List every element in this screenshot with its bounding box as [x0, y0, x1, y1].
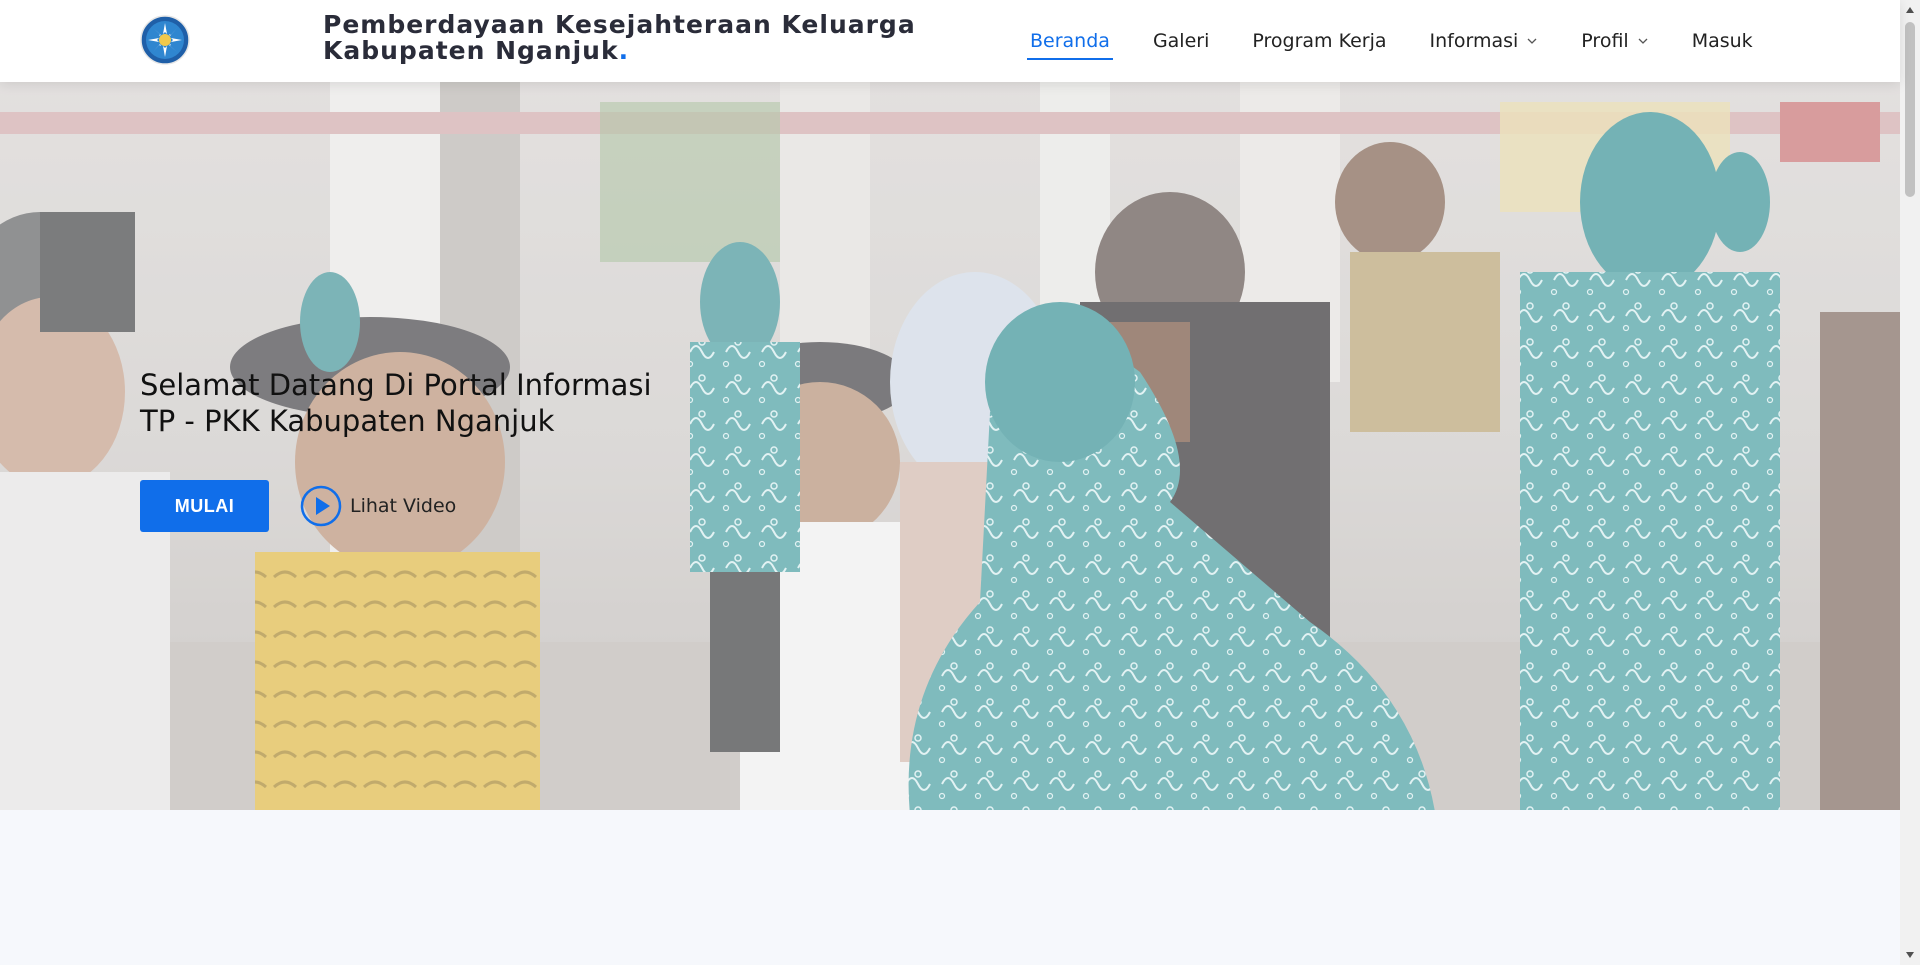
nav-item-masuk[interactable]: Masuk — [1692, 0, 1753, 82]
mulai-button[interactable]: MULAI — [140, 480, 269, 532]
watch-video-link[interactable]: Lihat Video — [300, 484, 456, 528]
scroll-up-arrow-icon[interactable] — [1905, 6, 1915, 14]
page-scrollbar[interactable] — [1900, 0, 1920, 965]
nav-item-beranda[interactable]: Beranda — [1027, 0, 1113, 82]
main-nav: Beranda Galeri Program Kerja Informasi P… — [1027, 0, 1753, 82]
chevron-down-icon — [1638, 38, 1648, 44]
nav-item-program-kerja[interactable]: Program Kerja — [1252, 0, 1386, 82]
site-title-line1: Pemberdayaan Kesejahteraan Keluarga — [323, 10, 916, 39]
watch-video-label: Lihat Video — [350, 495, 457, 517]
pkk-emblem-icon[interactable] — [139, 14, 191, 66]
hero-headline: Selamat Datang Di Portal Informasi TP - … — [140, 367, 652, 439]
scroll-down-arrow-icon[interactable] — [1905, 951, 1915, 959]
hero-headline-line1: Selamat Datang Di Portal Informasi — [140, 368, 652, 402]
hero-overlay — [0, 82, 1900, 810]
chevron-down-icon — [1527, 38, 1537, 44]
nav-item-informasi[interactable]: Informasi — [1430, 0, 1539, 82]
site-title[interactable]: Pemberdayaan Kesejahteraan Keluarga Kabu… — [323, 12, 916, 64]
nav-item-label: Beranda — [1030, 30, 1110, 52]
nav-item-label: Galeri — [1152, 30, 1210, 52]
play-circle-icon — [300, 485, 342, 527]
nav-item-profil[interactable]: Profil — [1581, 0, 1648, 82]
site-title-line2-wrap: Kabupaten Nganjuk. — [323, 38, 916, 64]
site-header: Pemberdayaan Kesejahteraan Keluarga Kabu… — [0, 0, 1900, 82]
hero-section: Selamat Datang Di Portal Informasi TP - … — [0, 82, 1900, 810]
nav-item-galeri[interactable]: Galeri — [1153, 0, 1209, 82]
scrollbar-thumb[interactable] — [1905, 22, 1915, 197]
nav-item-label: Informasi — [1429, 30, 1519, 52]
nav-item-label: Masuk — [1691, 30, 1753, 52]
nav-item-label: Profil — [1581, 30, 1629, 52]
site-title-line2: Kabupaten Nganjuk — [323, 36, 619, 65]
hero-headline-line2: TP - PKK Kabupaten Nganjuk — [140, 404, 555, 438]
site-title-dot: . — [618, 36, 630, 65]
nav-item-label: Program Kerja — [1252, 30, 1387, 52]
